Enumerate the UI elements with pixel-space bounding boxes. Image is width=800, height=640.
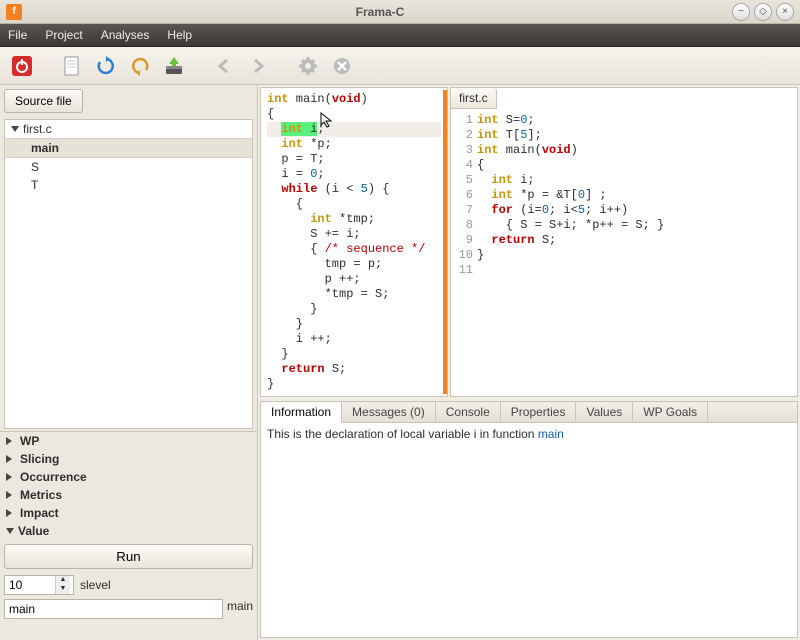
analysis-value[interactable]: Value bbox=[0, 522, 257, 540]
tree-fn-s[interactable]: S bbox=[5, 158, 252, 176]
information-body: This is the declaration of local variabl… bbox=[261, 423, 797, 445]
function-tree[interactable]: first.c main S T bbox=[4, 119, 253, 429]
analysis-metrics[interactable]: Metrics bbox=[0, 486, 257, 504]
chevron-right-icon bbox=[6, 455, 16, 463]
tree-file-label: first.c bbox=[23, 122, 52, 136]
slevel-input[interactable] bbox=[5, 576, 55, 594]
maximize-button[interactable]: ◇ bbox=[754, 3, 772, 21]
reparse-icon[interactable] bbox=[126, 52, 154, 80]
window-controls: − ◇ × bbox=[732, 3, 794, 21]
tree-fn-main[interactable]: main bbox=[5, 138, 252, 158]
save-icon[interactable] bbox=[160, 52, 188, 80]
tab-console[interactable]: Console bbox=[436, 402, 501, 422]
slevel-spinner[interactable]: ▲▼ bbox=[4, 575, 74, 595]
analysis-impact[interactable]: Impact bbox=[0, 504, 257, 522]
titlebar: f Frama-C − ◇ × bbox=[0, 0, 800, 24]
tab-wp-goals[interactable]: WP Goals bbox=[633, 402, 708, 422]
info-text: This is the declaration of local variabl… bbox=[267, 427, 538, 441]
tab-messages[interactable]: Messages (0) bbox=[342, 402, 436, 422]
source-code-pane[interactable]: first.c 1int S=0; 2int T[5]; 3int main(v… bbox=[450, 87, 798, 397]
code-left-body[interactable]: int main(void) { int i; int *p; p = T; i… bbox=[261, 88, 447, 396]
app-icon: f bbox=[6, 4, 22, 20]
tab-information[interactable]: Information bbox=[261, 402, 342, 423]
stop-icon[interactable] bbox=[328, 52, 356, 80]
window-title: Frama-C bbox=[28, 5, 732, 19]
gear-icon[interactable] bbox=[294, 52, 322, 80]
spin-up-icon[interactable]: ▲ bbox=[56, 576, 70, 585]
chevron-down-icon bbox=[11, 126, 19, 132]
tab-properties[interactable]: Properties bbox=[501, 402, 577, 422]
menu-analyses[interactable]: Analyses bbox=[101, 28, 150, 42]
chevron-right-icon bbox=[6, 509, 16, 517]
tree-fn-t[interactable]: T bbox=[5, 176, 252, 194]
reload-icon[interactable] bbox=[92, 52, 120, 80]
new-file-icon[interactable] bbox=[58, 52, 86, 80]
run-button[interactable]: Run bbox=[4, 544, 253, 569]
close-window-button[interactable]: × bbox=[776, 3, 794, 21]
spin-down-icon[interactable]: ▼ bbox=[56, 585, 70, 594]
chevron-down-icon bbox=[6, 528, 14, 534]
slevel-label: slevel bbox=[80, 578, 111, 592]
menu-file[interactable]: File bbox=[8, 28, 27, 42]
tab-values[interactable]: Values bbox=[576, 402, 633, 422]
chevron-right-icon bbox=[6, 473, 16, 481]
menubar: File Project Analyses Help bbox=[0, 24, 800, 47]
analysis-occurrence[interactable]: Occurrence bbox=[0, 468, 257, 486]
normalized-code-pane[interactable]: int main(void) { int i; int *p; p = T; i… bbox=[260, 87, 448, 397]
left-panel: Source file first.c main S T WP Slicing … bbox=[0, 85, 258, 640]
chevron-right-icon bbox=[6, 491, 16, 499]
bottom-panel: Information Messages (0) Console Propert… bbox=[260, 401, 798, 638]
source-file-button[interactable]: Source file bbox=[4, 89, 83, 113]
bottom-tab-strip: Information Messages (0) Console Propert… bbox=[261, 402, 797, 423]
source-tab[interactable]: first.c bbox=[451, 88, 497, 109]
chevron-right-icon bbox=[6, 437, 16, 445]
tree-file[interactable]: first.c bbox=[5, 120, 252, 138]
analysis-wp[interactable]: WP bbox=[0, 432, 257, 450]
analysis-slicing[interactable]: Slicing bbox=[0, 450, 257, 468]
minimize-button[interactable]: − bbox=[732, 3, 750, 21]
nav-back-icon[interactable] bbox=[210, 52, 238, 80]
menu-project[interactable]: Project bbox=[45, 28, 82, 42]
analyses-list: WP Slicing Occurrence Metrics Impact Val… bbox=[0, 431, 257, 540]
menu-help[interactable]: Help bbox=[167, 28, 192, 42]
nav-forward-icon[interactable] bbox=[244, 52, 272, 80]
info-link-main[interactable]: main bbox=[538, 427, 564, 441]
main-label: main bbox=[227, 599, 253, 619]
code-right-body[interactable]: 1int S=0; 2int T[5]; 3int main(void) 4{ … bbox=[451, 109, 797, 396]
toolbar bbox=[0, 47, 800, 85]
main-input[interactable] bbox=[4, 599, 223, 619]
power-button[interactable] bbox=[8, 52, 36, 80]
